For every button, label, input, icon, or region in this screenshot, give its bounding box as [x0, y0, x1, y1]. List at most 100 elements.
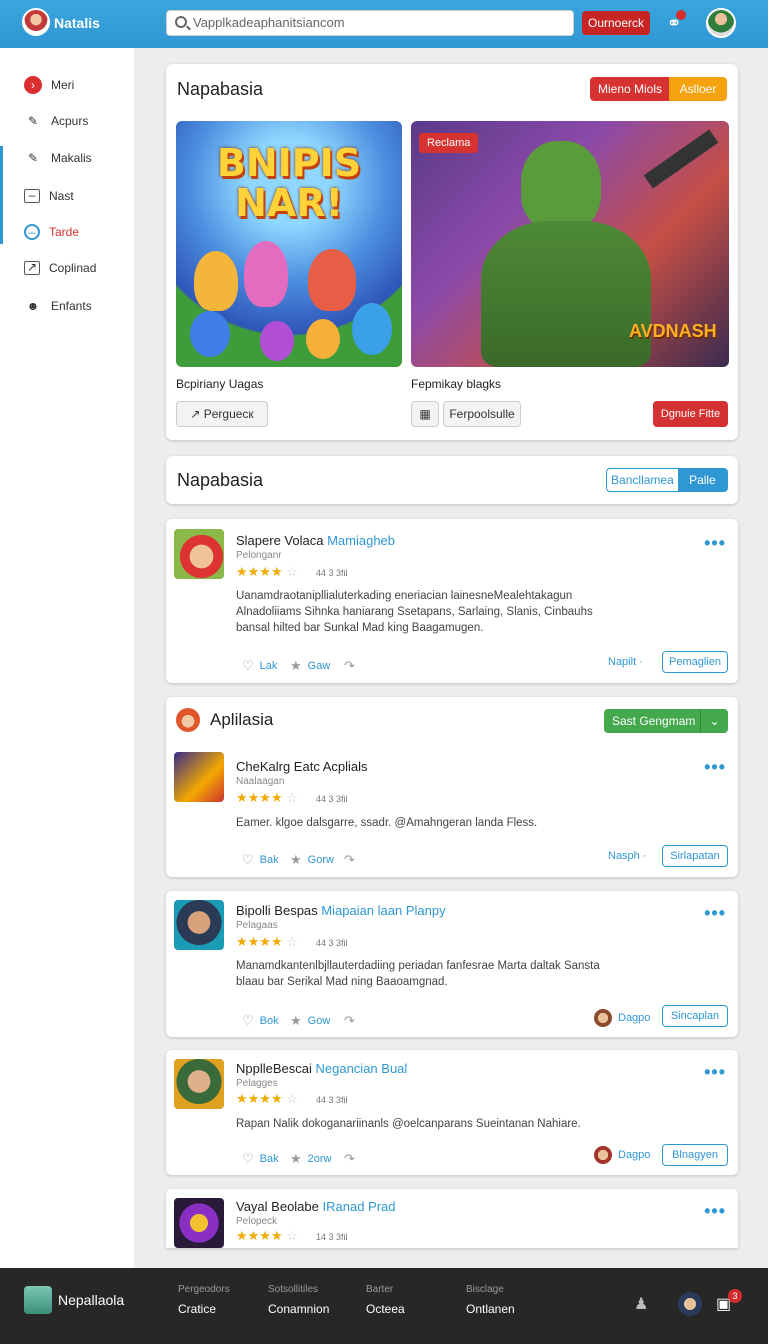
post-title[interactable]: Bipolli Bespas Miapaian laan Planpy	[236, 903, 446, 918]
like-button[interactable]: ♡ Lak	[242, 658, 277, 674]
post-link[interactable]: Dagpo	[618, 1012, 650, 1024]
gamepad-icon[interactable]: ▦	[411, 401, 439, 427]
post-action-button[interactable]: Sirlapatan	[662, 845, 728, 867]
game-2-logo-text: AVDNASH	[629, 321, 717, 341]
sidebar-item-meri[interactable]: › Meri	[24, 75, 74, 95]
friend-avatar[interactable]	[678, 1292, 702, 1316]
toggle-left[interactable]: Bancllamea	[607, 469, 678, 491]
share-button[interactable]: ★ Gow	[290, 1013, 330, 1029]
post-avatar[interactable]	[174, 900, 224, 950]
sidebar-item-coplinad[interactable]: ↗ Coplinad	[24, 258, 96, 278]
share-button[interactable]: ★ Gorw	[290, 852, 334, 868]
footer-avatar[interactable]	[24, 1286, 52, 1314]
like-button[interactable]: ♡ Bak	[242, 852, 279, 868]
post-title-text: Vayal Beolabe	[236, 1199, 319, 1214]
repost-icon[interactable]: ↷	[344, 852, 355, 868]
app-logo-avatar[interactable]	[22, 8, 50, 36]
post-body: Uanamdraotanipllialuterkading eneriacian…	[236, 590, 593, 634]
share-button[interactable]: ★ Gaw	[290, 658, 330, 674]
like-label: Bak	[259, 1153, 279, 1165]
more-icon[interactable]: •••	[704, 757, 726, 778]
post-avatar[interactable]	[174, 529, 224, 579]
like-label: Lak	[259, 660, 278, 672]
post-action-button[interactable]: Pemaglien	[662, 651, 728, 673]
repost-icon[interactable]: ↷	[344, 1013, 355, 1029]
like-label: Bak	[259, 854, 279, 866]
post-avatar[interactable]	[174, 1059, 224, 1109]
game-thumbnail-1[interactable]: BNIPIS NAR!	[176, 121, 402, 367]
section-dropdown-button[interactable]: Sast Gengmam ⌄	[604, 709, 728, 733]
game-2-caption: Fepmikay blagks	[411, 377, 502, 391]
heart-icon: ♡	[242, 1013, 254, 1028]
post-avatar[interactable]	[174, 752, 224, 802]
sidebar-item-label: Coplinad	[49, 261, 97, 275]
user-avatar[interactable]	[706, 8, 736, 38]
game-2-cta-button[interactable]: Dgnuie Fitte	[653, 401, 728, 427]
post-link[interactable]: Dagpo	[618, 1149, 650, 1161]
repost-icon[interactable]: ↷	[344, 658, 355, 674]
search-bar[interactable]	[166, 10, 574, 36]
footer-link-bottom: Ontlanen	[466, 1302, 515, 1316]
section-title: Aplilasia	[210, 710, 274, 729]
game-2-button[interactable]: Ferpoolsulle	[443, 401, 521, 427]
rating-value: 14 3 3fil	[316, 1232, 348, 1242]
character-art	[194, 251, 238, 311]
post-title-text: Bipolli Bespas	[236, 903, 318, 918]
like-label: Bok	[259, 1015, 279, 1027]
footer-link-2[interactable]: Sotsollitiles Conamnion	[268, 1284, 329, 1316]
post-avatar[interactable]	[174, 1198, 224, 1248]
more-icon[interactable]: •••	[704, 1062, 726, 1083]
ad-badge: Reclama	[419, 133, 479, 153]
post-title[interactable]: NpplleBescai Negancian Bual	[236, 1061, 407, 1076]
section-card: Aplilasia Sast Gengmam ⌄ CheKalrg Eatc Ac…	[166, 697, 738, 877]
sidebar-item-enfants[interactable]: ☻ Enfants	[24, 296, 92, 316]
commenter-avatar[interactable]	[594, 1009, 612, 1027]
footer-title: Nepallaola	[58, 1292, 125, 1308]
post-link[interactable]: Nasph ·	[608, 850, 647, 862]
rating-value: 44 3 3fil	[316, 938, 348, 948]
repost-icon[interactable]: ↷	[344, 1151, 355, 1167]
star-rating: ★★★★ ☆	[236, 790, 298, 805]
footer-link-1[interactable]: Pergeodors Cratice	[178, 1284, 230, 1316]
post-action-button[interactable]: Blnagyen	[662, 1144, 728, 1166]
search-input[interactable]	[193, 15, 563, 30]
footer-link-3[interactable]: Barter Octeea	[366, 1284, 405, 1316]
sidebar-item-acpurs[interactable]: ✎ Acpurs	[24, 111, 88, 131]
more-icon[interactable]: •••	[704, 1201, 726, 1222]
sidebar-item-tarde[interactable]: – Tarde	[24, 222, 79, 242]
post-link[interactable]: Napilt ·	[608, 656, 643, 668]
share-button[interactable]: ★ 2orw	[290, 1151, 332, 1167]
post-title-text: Slapere Volaca	[236, 533, 324, 548]
post-title[interactable]: CheKalrg Eatc Acplials	[236, 759, 368, 774]
arrow-icon: ↗	[190, 407, 204, 421]
sidebar-item-makalis[interactable]: ✎ Makalis	[24, 148, 92, 168]
post-title[interactable]: Slapere Volaca Mamiagheb	[236, 533, 395, 548]
circle-icon: –	[24, 224, 40, 240]
filter-pill-orange[interactable]: Aslloer	[669, 77, 727, 101]
like-button[interactable]: ♡ Bok	[242, 1013, 279, 1029]
star-icon: ★	[290, 852, 302, 867]
heart-icon: ♡	[242, 1151, 254, 1166]
character-art	[244, 241, 288, 307]
post-card: NpplleBescai Negancian Bual Pelagges ★★★…	[166, 1050, 738, 1175]
more-icon[interactable]: •••	[704, 533, 726, 554]
user-icon[interactable]: ♟	[634, 1294, 648, 1314]
like-button[interactable]: ♡ Bak	[242, 1151, 279, 1167]
topbar-button[interactable]: Ournoerck	[582, 11, 650, 35]
filter-pill-red[interactable]: Mieno Miols	[590, 77, 670, 101]
post-action-button[interactable]: Sincaplan	[662, 1005, 728, 1027]
game-thumbnail-2[interactable]: Reclama AVDNASH	[411, 121, 729, 367]
footer-link-top: Pergeodors	[178, 1284, 230, 1295]
more-icon[interactable]: •••	[704, 903, 726, 924]
sidebar-item-nast[interactable]: – Nast	[24, 186, 74, 206]
game-1-button[interactable]: ↗ Perguecк	[176, 401, 268, 427]
sidebar-item-label: Nast	[49, 189, 74, 203]
post-title[interactable]: Vayal Beolabe IRanad Prad	[236, 1199, 396, 1214]
toggle-right[interactable]: Palle	[677, 469, 727, 491]
play-icon: ›	[24, 76, 42, 94]
minus-box-icon: –	[24, 189, 40, 203]
footer-link-bottom: Cratice	[178, 1302, 217, 1316]
commenter-avatar[interactable]	[594, 1146, 612, 1164]
footer-bar: Nepallaola Pergeodors Cratice Sotsollitil…	[0, 1268, 768, 1344]
footer-link-4[interactable]: Bisclage Ontlanen	[466, 1284, 515, 1316]
